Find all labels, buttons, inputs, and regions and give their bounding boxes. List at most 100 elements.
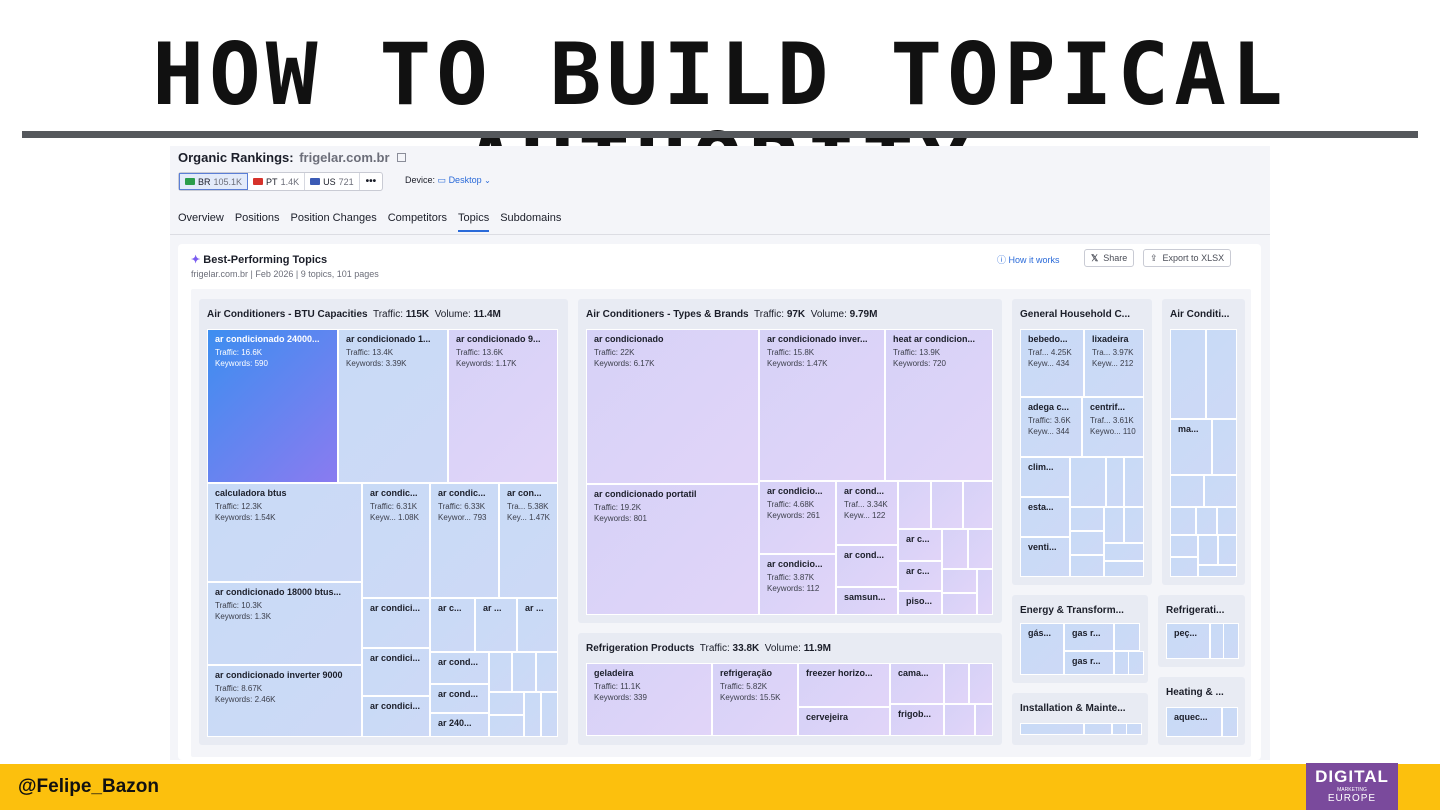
topic-cell[interactable]: gas r...	[1064, 651, 1114, 675]
topic-cell[interactable]: ar condicionado inverter 9000 Traffic: 8.…	[207, 665, 362, 737]
topic-cell-small[interactable]	[1084, 723, 1112, 735]
topic-cell-small[interactable]	[944, 663, 969, 704]
topic-cell[interactable]: ar condici...	[362, 696, 430, 737]
topic-cell-small[interactable]	[1128, 651, 1144, 675]
topic-cell[interactable]: cervejeira	[798, 707, 890, 736]
topic-cell-small[interactable]	[1070, 457, 1106, 507]
more-databases-button[interactable]: •••	[360, 173, 383, 190]
topic-cell-small[interactable]	[1206, 329, 1237, 419]
topic-cell-small[interactable]	[1070, 555, 1104, 577]
topic-cell-small[interactable]	[1223, 623, 1239, 659]
topic-cell[interactable]: peç...	[1166, 623, 1210, 659]
topic-cell[interactable]: ar condic... Traffic: 6.31K Keyw... 1.08K	[362, 483, 430, 598]
topic-cell-small[interactable]	[1198, 535, 1218, 565]
topic-cell[interactable]: ar cond... Traf... 3.34K Keyw... 122	[836, 481, 898, 545]
topic-cell-small[interactable]	[898, 481, 931, 529]
topic-cell[interactable]: ar cond...	[430, 652, 489, 684]
topic-cell[interactable]: ar condicionado 1... Traffic: 13.4K Keywor…	[338, 329, 448, 483]
topic-cell[interactable]: gas r...	[1064, 623, 1114, 651]
topic-cell[interactable]: calculadora btus Traffic: 12.3K Keywords: …	[207, 483, 362, 582]
topic-cell-small[interactable]	[1114, 623, 1140, 651]
topic-cell-small[interactable]	[1070, 507, 1104, 531]
export-xlsx-button[interactable]: ⇪ Export to XLSX	[1143, 249, 1232, 267]
topic-cell[interactable]: adega c... Traffic: 3.6K Keyw... 344	[1020, 397, 1082, 457]
topic-cell[interactable]: ar cond...	[430, 684, 489, 713]
topic-cell-small[interactable]	[489, 652, 512, 692]
topic-cell-small[interactable]	[1170, 329, 1206, 419]
topic-cell-small[interactable]	[1198, 565, 1237, 577]
topic-cell-small[interactable]	[1217, 507, 1237, 535]
database-us[interactable]: US 721	[305, 173, 360, 190]
topic-cell[interactable]: ar ...	[517, 598, 558, 652]
topic-cell-small[interactable]	[1126, 723, 1142, 735]
topic-cell-small[interactable]	[1104, 507, 1124, 543]
topic-cell-small[interactable]	[1218, 535, 1237, 565]
topic-cell-small[interactable]	[1222, 707, 1238, 737]
topic-cell-small[interactable]	[1170, 557, 1198, 577]
share-button[interactable]: 𝕏 Share	[1084, 249, 1135, 267]
topic-cell-small[interactable]	[1104, 561, 1144, 577]
topic-cell[interactable]: ar con... Tra... 5.38K Key... 1.47K	[499, 483, 558, 598]
topic-cell[interactable]: cama...	[890, 663, 944, 704]
database-pt[interactable]: PT 1.4K	[248, 173, 306, 190]
topic-cell[interactable]: esta...	[1020, 497, 1070, 537]
tab-topics[interactable]: Topics	[458, 212, 490, 232]
topic-cell-small[interactable]	[1124, 507, 1144, 543]
topic-cell-small[interactable]	[1170, 475, 1204, 507]
topic-cell[interactable]: venti...	[1020, 537, 1070, 577]
topic-cell-small[interactable]	[968, 529, 993, 569]
topic-cell[interactable]: ar condicionado inver... Traffic: 15.8K Ke…	[759, 329, 885, 481]
topic-cell[interactable]: ar condicionado Traffic: 22K Keywords: 6.1…	[586, 329, 759, 484]
topic-cell[interactable]: ar condicio... Traffic: 3.87K Keywords: 11…	[759, 554, 836, 615]
topic-cell-small[interactable]	[1196, 507, 1217, 535]
topic-cell[interactable]: refrigeração Traffic: 5.82K Keywords: 15.5…	[712, 663, 798, 736]
topic-cell-small[interactable]	[977, 569, 993, 615]
topic-cell[interactable]: ar c...	[898, 529, 942, 561]
topic-group-installation[interactable]: Installation & Mainte...	[1012, 693, 1148, 745]
topic-cell-small[interactable]	[975, 704, 993, 736]
topic-cell[interactable]: ar cond...	[836, 545, 898, 587]
topic-cell[interactable]: ar c...	[430, 598, 475, 652]
topic-cell[interactable]: geladeira Traffic: 11.1K Keywords: 339	[586, 663, 712, 736]
topic-cell[interactable]: ar ...	[475, 598, 517, 652]
topic-cell-small[interactable]	[1020, 723, 1084, 735]
topic-cell-small[interactable]	[942, 569, 977, 593]
topic-cell-small[interactable]	[942, 593, 977, 615]
database-br[interactable]: BR 105.1K	[179, 173, 249, 190]
topic-cell[interactable]: freezer horizo...	[798, 663, 890, 707]
topic-cell-small[interactable]	[489, 692, 524, 715]
topic-cell[interactable]: clim...	[1020, 457, 1070, 497]
topic-cell-small[interactable]	[1212, 419, 1237, 475]
topic-group-heating[interactable]: Heating & ... aquec...	[1158, 677, 1245, 745]
topic-cell[interactable]: aquec...	[1166, 707, 1222, 737]
topic-cell[interactable]: ar 240...	[430, 713, 489, 737]
topic-cell[interactable]: ma...	[1170, 419, 1212, 475]
topic-cell[interactable]: centrif... Traf... 3.61K Keywo... 110	[1082, 397, 1144, 457]
topic-cell[interactable]: ar condici...	[362, 598, 430, 648]
topic-cell[interactable]: samsun...	[836, 587, 898, 615]
topic-cell[interactable]: ar condicio... Traffic: 4.68K Keywords: 26…	[759, 481, 836, 554]
topic-cell[interactable]: frigob...	[890, 704, 944, 736]
topic-cell-small[interactable]	[931, 481, 963, 529]
topic-cell-small[interactable]	[524, 692, 541, 737]
topic-cell[interactable]: ar condicionado 24000... Traffic: 16.6K Ke…	[207, 329, 338, 483]
topic-group-btu-capacities[interactable]: Air Conditioners - BTU Capacities Traffi…	[199, 299, 568, 745]
topic-group-energy[interactable]: Energy & Transform... gás... gas r... ga…	[1012, 595, 1148, 683]
topic-cell-small[interactable]	[541, 692, 558, 737]
topic-cell-small[interactable]	[1070, 531, 1104, 555]
topic-cell-small[interactable]	[1106, 457, 1124, 507]
external-link-icon[interactable]	[397, 153, 407, 162]
topic-cell-small[interactable]	[1170, 535, 1198, 557]
tab-subdomains[interactable]: Subdomains	[500, 212, 561, 232]
topic-cell[interactable]: piso...	[898, 591, 942, 615]
topic-cell[interactable]: bebedo... Traf... 4.25K Keyw... 434	[1020, 329, 1084, 397]
topic-cell[interactable]: ar condic... Traffic: 6.33K Keywor... 793	[430, 483, 499, 598]
topic-cell-small[interactable]	[1124, 457, 1144, 507]
topic-cell[interactable]: ar condici...	[362, 648, 430, 696]
device-selector[interactable]: Device: ▭ Desktop ⌄	[405, 175, 491, 186]
topic-cell-small[interactable]	[512, 652, 536, 692]
topic-cell-small[interactable]	[489, 715, 524, 737]
topic-group-refrigeration-products[interactable]: Refrigeration Products Traffic: 33.8K Vo…	[578, 633, 1002, 745]
domain-link[interactable]: frigelar.com.br	[299, 150, 389, 165]
topic-cell[interactable]: ar condicionado 18000 btus... Traffic: 10…	[207, 582, 362, 665]
